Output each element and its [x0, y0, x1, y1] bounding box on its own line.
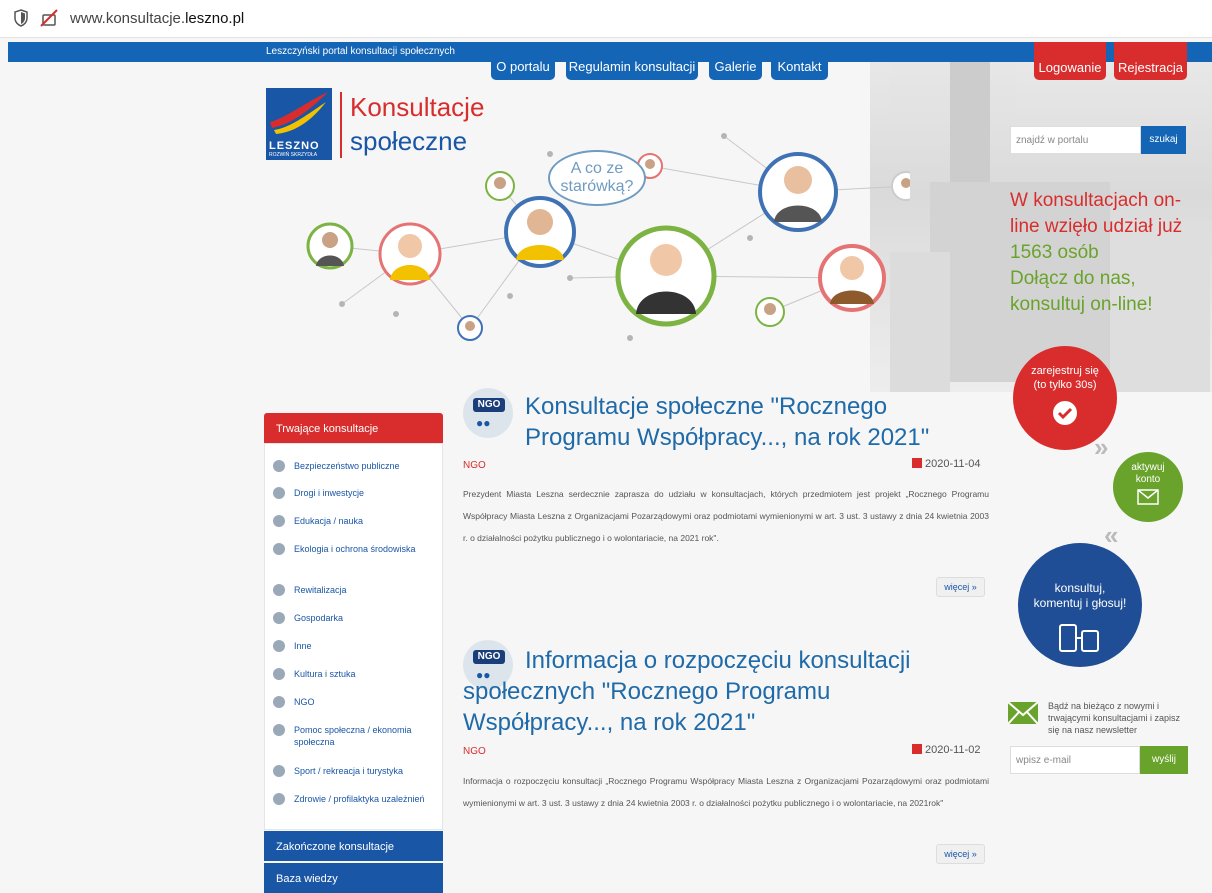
sidebar-item-other[interactable]: Inne	[273, 640, 443, 652]
promo-line2: Dołącz do nas, konsultuj on-line!	[1010, 268, 1153, 315]
consult-step-circle[interactable]: konsultuj, komentuj i głosuj!	[1018, 543, 1142, 667]
ngo-badge-label: NGO	[473, 398, 505, 412]
calendar-icon	[912, 458, 922, 468]
promo-line1: W konsultacjach on-line wzięło udział ju…	[1010, 190, 1183, 237]
sidebar-ongoing-header[interactable]: Trwające konsultacje	[264, 413, 443, 443]
family-icon	[273, 724, 285, 736]
envelope-icon	[1137, 489, 1159, 505]
sidebar-finished-consultations[interactable]: Zakończone konsultacje	[264, 831, 443, 861]
article-date: 2020-11-02	[912, 744, 980, 756]
sidebar-item-label: Rewitalizacja	[294, 585, 347, 595]
step3-line2: komentuj i głosuj!	[1033, 596, 1127, 610]
article-date-text: 2020-11-02	[925, 744, 981, 756]
article-date: 2020-11-04	[912, 458, 980, 470]
sidebar-item-label: Inne	[294, 641, 312, 651]
speech-bubble: A co ze starówką?	[548, 150, 646, 206]
article-date-text: 2020-11-04	[925, 458, 981, 470]
insecure-connection-icon[interactable]	[40, 9, 58, 27]
newsletter-email-input[interactable]: wpisz e-mail	[1010, 746, 1140, 774]
sidebar-item-roads[interactable]: Drogi i inwestycje	[273, 487, 443, 499]
sidebar-item-label: Gospodarka	[294, 613, 344, 623]
article-category[interactable]: NGO	[463, 460, 486, 471]
road-icon	[273, 487, 285, 499]
register-button[interactable]: Rejestracja	[1114, 42, 1187, 80]
sidebar-item-ngo[interactable]: NGO	[273, 696, 443, 708]
shield-icon[interactable]	[14, 9, 28, 27]
activate-step-circle[interactable]: aktywuj konto	[1113, 452, 1183, 522]
sidebar-item-label: Ekologia i ochrona środowiska	[294, 544, 416, 554]
login-button[interactable]: Logowanie	[1034, 42, 1106, 80]
lightbulb-icon	[273, 640, 285, 652]
people-icon: ●●	[476, 416, 491, 430]
sidebar-item-education[interactable]: Edukacja / nauka	[273, 515, 443, 527]
sidebar-item-sport[interactable]: Sport / rekreacja i turystyka	[273, 765, 443, 777]
bubble-line2: starówką?	[560, 178, 634, 195]
article-category[interactable]: NGO	[463, 746, 486, 757]
sidebar-item-label: Kultura i sztuka	[294, 669, 356, 679]
sidebar-knowledge-base[interactable]: Baza wiedzy	[264, 863, 443, 893]
newsletter-submit-button[interactable]: wyślij	[1140, 746, 1188, 774]
chevron-arrow-icon-2: «	[1104, 520, 1119, 550]
bubble-line1: A co ze	[570, 160, 624, 177]
sidebar-item-label: Bezpieczeństwo publiczne	[294, 461, 400, 471]
sidebar-item-label: Sport / rekreacja i turystyka	[294, 766, 404, 776]
nav-galerie[interactable]: Galerie	[709, 54, 762, 80]
step2-line2: konto	[1135, 474, 1161, 485]
sidebar-item-label: NGO	[294, 697, 315, 707]
portal-tagline: Leszczyński portal konsultacji społeczny…	[266, 46, 455, 57]
sidebar-item-ecology[interactable]: Ekologia i ochrona środowiska	[273, 543, 443, 555]
search-button[interactable]: szukaj	[1141, 126, 1186, 154]
calendar-icon	[912, 744, 922, 754]
devices-icon	[1059, 624, 1099, 652]
promo-count: 1563 osób	[1010, 242, 1099, 263]
sidebar-item-culture[interactable]: Kultura i sztuka	[273, 668, 443, 680]
newsletter-envelope-icon	[1008, 702, 1038, 724]
article-summary: Prezydent Miasta Leszna serdecznie zapra…	[463, 489, 989, 543]
read-more-button[interactable]: więcej »	[936, 577, 985, 597]
nav-o-portalu[interactable]: O portalu	[491, 54, 555, 80]
step1-line1: zarejestruj się	[1031, 365, 1099, 377]
article-title[interactable]: Konsultacje społeczne "Rocznego Programu…	[525, 391, 945, 453]
sidebar-item-health[interactable]: Zdrowie / profilaktyka uzależnień	[273, 793, 443, 805]
step3-line1: konsultuj,	[1054, 581, 1106, 595]
tree-icon	[273, 584, 285, 596]
step1-line2: (to tylko 30s)	[1033, 379, 1097, 391]
sidebar-item-social-help[interactable]: Pomoc społeczna / ekonomia społeczna	[273, 724, 443, 748]
brand-title-line1[interactable]: Konsultacje	[350, 92, 484, 123]
sidebar-category-list: Bezpieczeństwo publiczne Drogi i inwesty…	[264, 443, 443, 830]
url-domain: leszno.pl	[185, 10, 245, 27]
recycle-icon	[273, 543, 285, 555]
checkmark-icon	[1053, 401, 1077, 425]
read-more-button[interactable]: więcej »	[936, 844, 985, 864]
sidebar-item-revitalization[interactable]: Rewitalizacja	[273, 584, 443, 596]
ngo-icon	[273, 696, 285, 708]
sidebar-item-public-safety[interactable]: Bezpieczeństwo publiczne	[273, 460, 443, 472]
step2-line1: aktywuj	[1131, 462, 1165, 473]
nav-regulamin[interactable]: Regulamin konsultacji	[566, 54, 698, 80]
newsletter-text: Bądź na bieżąco z nowymi i trwającymi ko…	[1048, 701, 1181, 735]
ngo-badge-icon: NGO ●●	[463, 388, 513, 438]
sidebar-item-label: Zdrowie / profilaktyka uzależnień	[294, 794, 425, 804]
sidebar-item-label: Pomoc społeczna / ekonomia społeczna	[294, 725, 412, 747]
sidebar-item-economy[interactable]: Gospodarka	[273, 612, 443, 624]
shield-icon	[273, 460, 285, 472]
theater-masks-icon	[273, 668, 285, 680]
graduation-cap-icon	[273, 515, 285, 527]
url-prefix: www.konsultacje.	[70, 10, 186, 27]
article-summary: Informacja o rozpoczęciu konsultacji „Ro…	[463, 776, 989, 808]
heart-icon	[273, 793, 285, 805]
url-text[interactable]: www.konsultacje.leszno.pl	[70, 10, 244, 27]
article-title[interactable]: Informacja o rozpoczęciu konsultacji spo…	[463, 645, 963, 738]
promo-text: W konsultacjach on-line wzięło udział ju…	[1010, 188, 1200, 318]
chevron-arrow-icon: »	[1094, 432, 1109, 462]
nav-kontakt[interactable]: Kontakt	[771, 54, 828, 80]
money-bag-icon	[273, 612, 285, 624]
ball-icon	[273, 765, 285, 777]
sidebar-item-label: Edukacja / nauka	[294, 516, 364, 526]
browser-url-bar[interactable]: www.konsultacje.leszno.pl	[0, 0, 1212, 38]
search-input[interactable]: znajdź w portalu	[1010, 126, 1141, 154]
sidebar-item-label: Drogi i inwestycje	[294, 488, 365, 498]
